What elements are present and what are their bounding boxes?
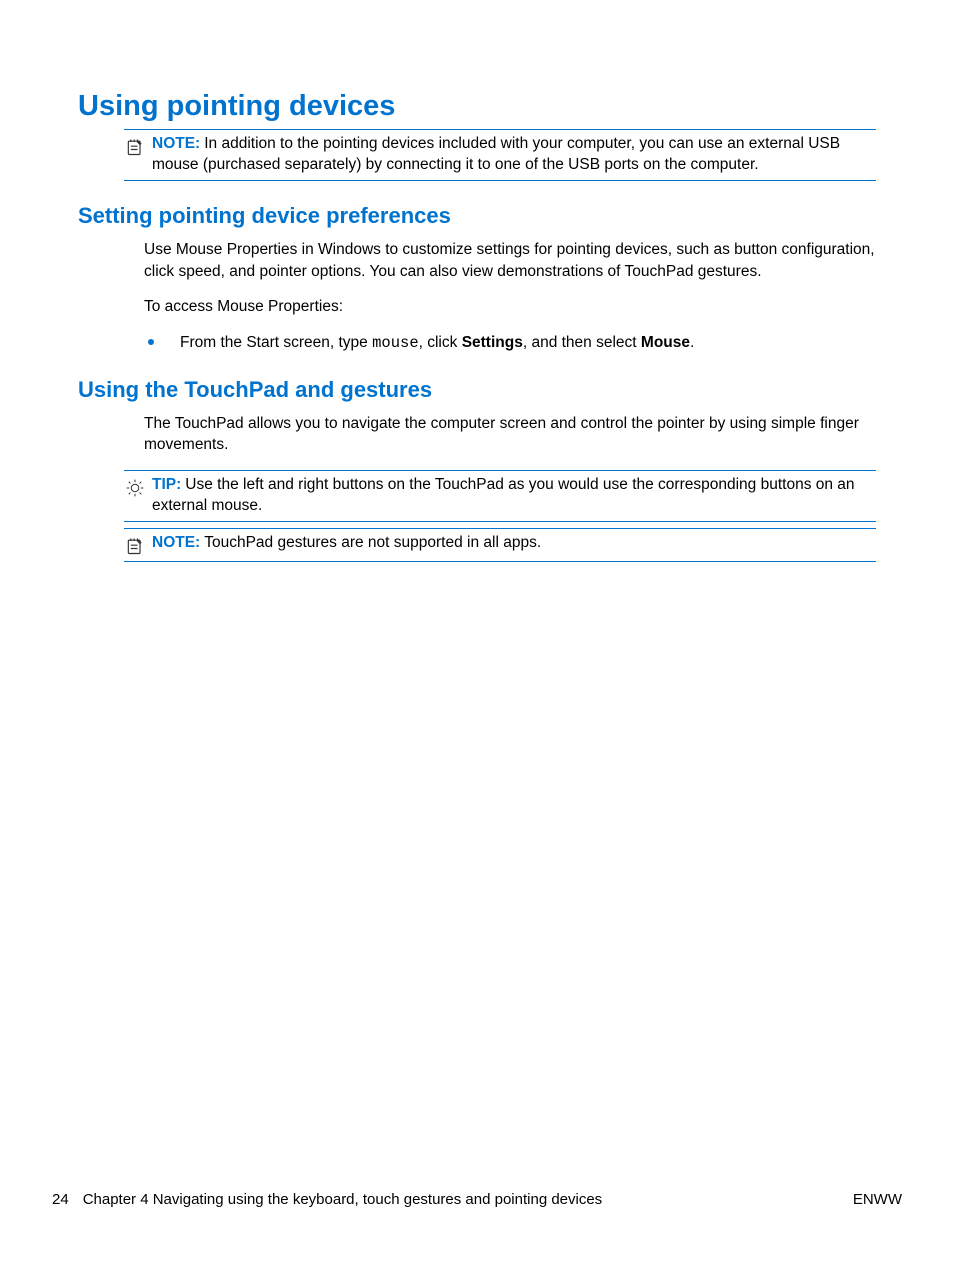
bullet-text-mid: , click (419, 334, 462, 351)
note2-label: NOTE: (152, 534, 200, 551)
bullet-item-start-screen: From the Start screen, type mouse, click… (144, 332, 876, 355)
note-callout-2: NOTE:TouchPad gestures are not supported… (124, 528, 876, 562)
bullet-text-pre: From the Start screen, type (180, 334, 372, 351)
heading-using-pointing-devices: Using pointing devices (78, 90, 876, 123)
footer-left: 24 Chapter 4 Navigating using the keyboa… (52, 1191, 602, 1208)
page-footer: 24 Chapter 4 Navigating using the keyboa… (52, 1191, 902, 1208)
tip-label: TIP: (152, 476, 181, 493)
chapter-title: Chapter 4 Navigating using the keyboard,… (83, 1191, 603, 1208)
bullet-text-mono: mouse (372, 334, 419, 352)
page-number: 24 (52, 1191, 69, 1208)
footer-lang: ENWW (853, 1191, 902, 1208)
tip-callout: TIP:Use the left and right buttons on th… (124, 470, 876, 522)
paragraph-mouse-properties: Use Mouse Properties in Windows to custo… (144, 239, 876, 282)
note2-body: NOTE:TouchPad gestures are not supported… (152, 533, 876, 554)
heading-setting-preferences: Setting pointing device preferences (78, 203, 876, 229)
paragraph-access-mouse: To access Mouse Properties: (144, 296, 876, 318)
note-icon (124, 535, 146, 557)
tip-icon (124, 477, 146, 499)
bullet-list: From the Start screen, type mouse, click… (144, 332, 876, 355)
tip-text: Use the left and right buttons on the To… (152, 476, 855, 514)
heading-using-touchpad: Using the TouchPad and gestures (78, 377, 876, 403)
paragraph-touchpad-intro: The TouchPad allows you to navigate the … (144, 413, 876, 456)
note-text: In addition to the pointing devices incl… (152, 135, 840, 173)
bullet-text-settings: Settings (462, 334, 523, 351)
tip-body: TIP:Use the left and right buttons on th… (152, 475, 876, 517)
bullet-text-post: . (690, 334, 694, 351)
note-label: NOTE: (152, 135, 200, 152)
page: Using pointing devices NOTE:In addition … (0, 0, 954, 1270)
note2-text: TouchPad gestures are not supported in a… (204, 534, 541, 551)
bullet-text-mouse: Mouse (641, 334, 690, 351)
note-body: NOTE:In addition to the pointing devices… (152, 134, 876, 176)
bullet-text-mid2: , and then select (523, 334, 641, 351)
note-callout-1: NOTE:In addition to the pointing devices… (124, 129, 876, 181)
note-icon (124, 136, 146, 158)
